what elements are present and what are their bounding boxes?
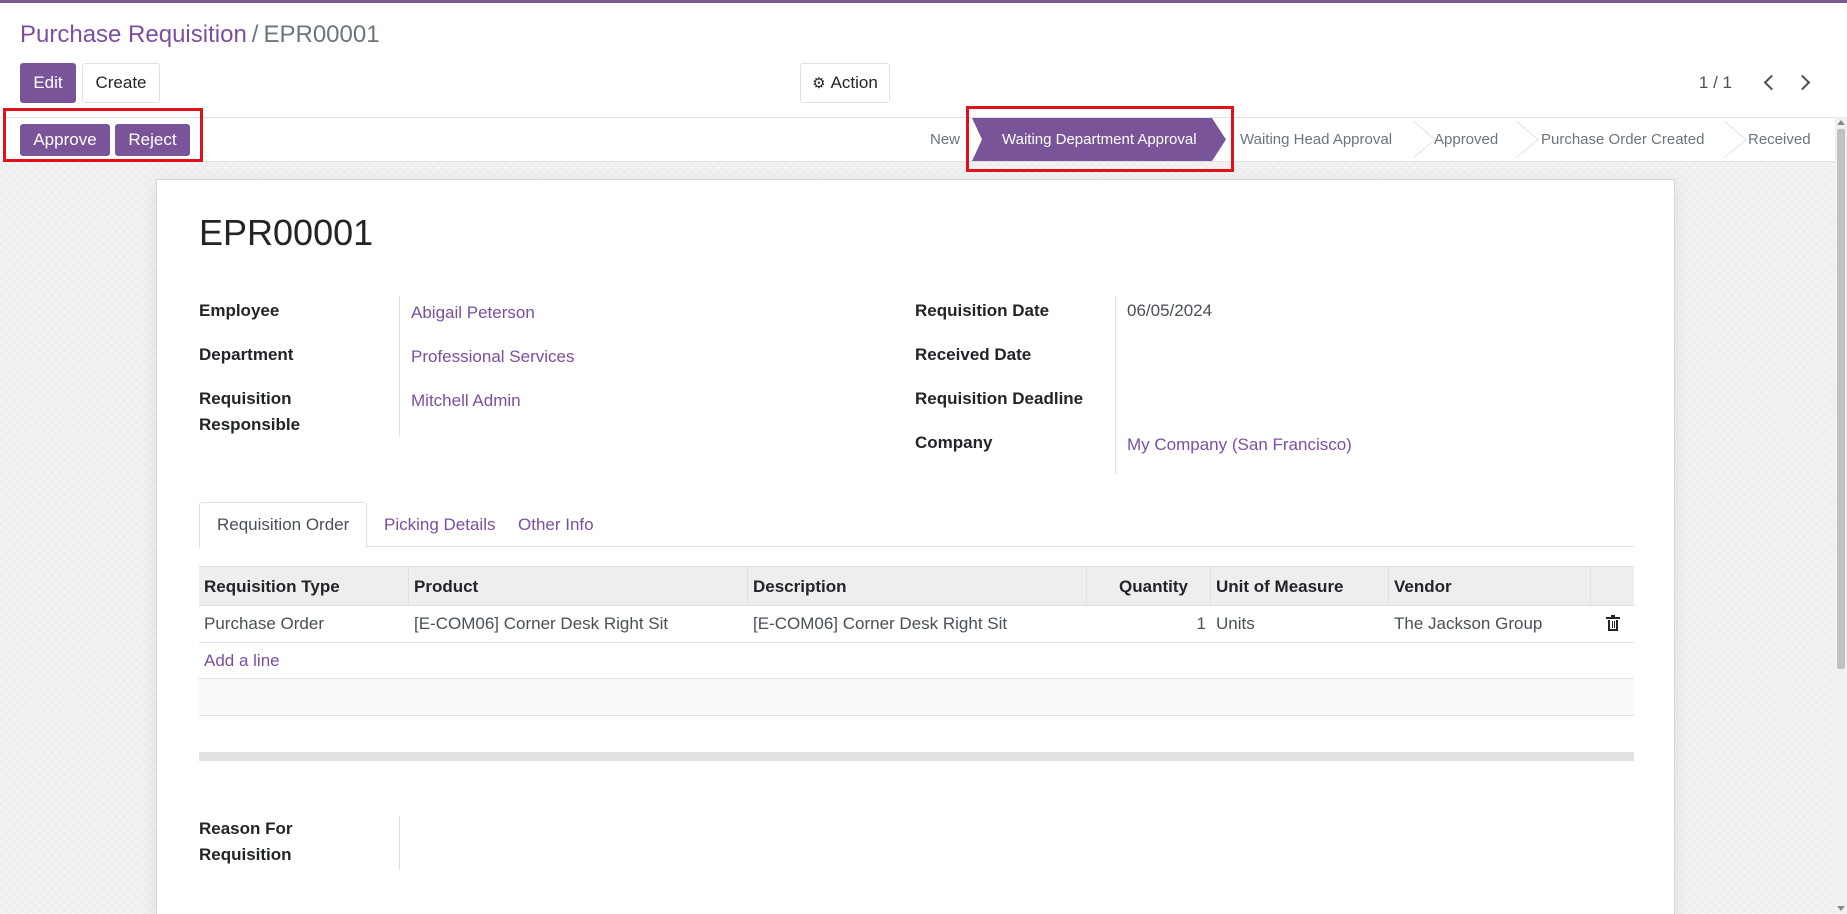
add-line-link[interactable]: Add a line: [204, 643, 280, 679]
department-field[interactable]: Professional Services: [411, 344, 574, 370]
requisition-deadline-label: Requisition Deadline: [915, 389, 1084, 408]
stage-new[interactable]: New: [930, 118, 960, 161]
column-header-vendor[interactable]: Vendor: [1389, 567, 1591, 606]
company-field[interactable]: My Company (San Francisco): [1127, 432, 1352, 458]
field-divider: [399, 816, 400, 870]
responsible-label-line2: Responsible: [199, 415, 301, 434]
requisition-date-label: Requisition Date: [915, 301, 1050, 320]
trash-icon: [1605, 615, 1620, 631]
gear-icon: ⚙: [812, 74, 826, 92]
scrollbar[interactable]: [1835, 117, 1847, 914]
pager-next-button[interactable]: [1792, 69, 1818, 95]
form-sheet: EPR00001 Employee Abigail Peterson Depar…: [156, 179, 1675, 914]
tab-picking-details[interactable]: Picking Details: [367, 502, 513, 547]
cell-requisition-type[interactable]: Purchase Order: [199, 606, 409, 642]
reject-button[interactable]: Reject: [115, 124, 190, 156]
table-row[interactable]: Purchase Order [E-COM06] Corner Desk Rig…: [199, 606, 1634, 643]
reason-label-line2: Requisition: [199, 845, 292, 864]
column-header-unit-of-measure[interactable]: Unit of Measure: [1211, 567, 1389, 606]
scroll-up-arrow-icon[interactable]: [1837, 120, 1845, 125]
delete-row-button[interactable]: [1591, 606, 1634, 642]
record-title: EPR00001: [199, 212, 374, 253]
chevron-right-icon: [1794, 74, 1811, 90]
edit-button[interactable]: Edit: [20, 63, 76, 103]
notebook-tabs: Requisition Order Picking Details Other …: [199, 502, 1634, 548]
company-label: Company: [915, 433, 993, 452]
requisition-lines-table: Requisition Type Product Description Qua…: [199, 566, 1634, 716]
stage-received[interactable]: Received: [1748, 118, 1811, 161]
stage-waiting-department-approval[interactable]: Waiting Department Approval: [972, 118, 1226, 161]
stage-separator: [1718, 118, 1734, 161]
tab-other-info[interactable]: Other Info: [501, 502, 611, 547]
column-header-quantity[interactable]: Quantity: [1087, 567, 1211, 606]
stage-separator: [1510, 118, 1526, 161]
employee-field[interactable]: Abigail Peterson: [411, 300, 535, 326]
approve-button[interactable]: Approve: [20, 124, 110, 156]
status-bar: Approve Reject New Waiting Department Ap…: [0, 106, 1835, 172]
stage-approved[interactable]: Approved: [1434, 118, 1498, 161]
cell-product[interactable]: [E-COM06] Corner Desk Right Sit: [409, 606, 748, 642]
column-header-actions: [1591, 567, 1634, 606]
stage-separator: [1407, 118, 1423, 161]
action-button-label: Action: [830, 73, 878, 92]
stage-waiting-head-approval[interactable]: Waiting Head Approval: [1240, 118, 1392, 161]
column-header-product[interactable]: Product: [409, 567, 748, 606]
cell-vendor[interactable]: The Jackson Group: [1389, 606, 1591, 642]
breadcrumb-current: EPR00001: [263, 21, 380, 48]
employee-label: Employee: [199, 301, 280, 320]
breadcrumb-parent-link[interactable]: Purchase Requisition: [20, 21, 247, 48]
column-header-requisition-type[interactable]: Requisition Type: [199, 567, 409, 606]
control-panel: Purchase Requisition / EPR00001 Edit Creat…: [0, 3, 1847, 117]
pager-value[interactable]: 1 / 1: [1699, 73, 1732, 93]
cell-unit-of-measure[interactable]: Units: [1211, 606, 1389, 642]
column-header-description[interactable]: Description: [748, 567, 1087, 606]
tab-requisition-order[interactable]: Requisition Order: [199, 502, 368, 548]
department-label: Department: [199, 345, 294, 364]
scrollbar-thumb[interactable]: [1837, 129, 1845, 669]
requisition-date-field[interactable]: 06/05/2024: [1127, 298, 1212, 324]
responsible-label-line1: Requisition: [199, 389, 292, 408]
responsible-field[interactable]: Mitchell Admin: [411, 388, 521, 414]
cell-quantity[interactable]: 1: [1087, 606, 1211, 642]
chevron-left-icon: [1763, 74, 1780, 90]
cell-description[interactable]: [E-COM06] Corner Desk Right Sit: [748, 606, 1087, 642]
table-header: Requisition Type Product Description Qua…: [199, 566, 1634, 606]
reason-label-line1: Reason For: [199, 819, 293, 838]
stage-purchase-order-created[interactable]: Purchase Order Created: [1541, 118, 1704, 161]
action-button[interactable]: ⚙ Action: [800, 63, 890, 103]
received-date-label: Received Date: [915, 345, 1032, 364]
field-divider: [1115, 296, 1116, 474]
breadcrumb: Purchase Requisition / EPR00001: [20, 21, 380, 49]
empty-table-row: [199, 679, 1634, 716]
scroll-down-arrow-icon[interactable]: [1837, 906, 1845, 911]
field-divider: [399, 296, 400, 436]
pager-previous-button[interactable]: [1756, 69, 1782, 95]
table-footer: [199, 752, 1634, 761]
create-button[interactable]: Create: [82, 63, 160, 103]
add-line-row: Add a line: [199, 643, 1634, 679]
breadcrumb-separator: /: [251, 21, 259, 48]
